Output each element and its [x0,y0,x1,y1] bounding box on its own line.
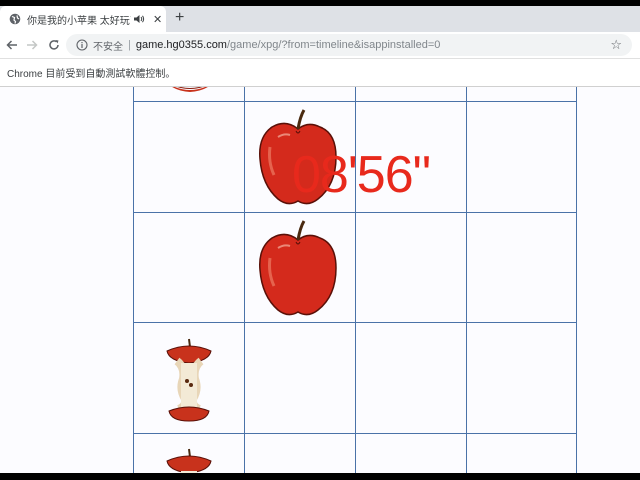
grid-line [133,212,577,213]
grid-line [576,87,577,473]
not-secure-label[interactable]: 不安全 [93,38,123,53]
info-icon[interactable] [76,39,88,51]
globe-icon [9,13,21,25]
tab-strip: 你是我的小苹果 太好玩了 ✕ + [0,6,640,32]
grid-line [133,433,577,434]
game-canvas[interactable]: 08'56" [0,87,640,473]
automation-infobar: Chrome 目前受到自動測試軟體控制。 [0,59,640,87]
bookmark-star-icon[interactable]: ☆ [610,37,622,53]
back-button[interactable] [4,37,20,53]
url-separator: | [128,39,131,51]
grid-line [244,87,245,473]
apple-core[interactable] [163,447,215,473]
tab-close-button[interactable]: ✕ [153,13,162,26]
game-timer: 08'56" [292,146,431,204]
address-bar[interactable]: 不安全 | game.hg0355.com /game/xpg/?from=ti… [66,34,632,56]
reload-icon [49,40,59,50]
grid-line [466,87,467,473]
browser-toolbar: 不安全 | game.hg0355.com /game/xpg/?from=ti… [0,32,640,59]
new-tab-button[interactable]: + [175,9,184,27]
url-path: /game/xpg/?from=timeline&isappinstalled=… [226,39,441,51]
apple[interactable] [256,218,340,318]
grid-line [133,101,577,102]
grid-line [133,322,577,323]
url-host: game.hg0355.com [135,39,227,51]
reload-button[interactable] [46,37,62,53]
infobar-message: Chrome 目前受到自動測試軟體控制。 [7,69,176,80]
apple-core[interactable] [165,87,215,95]
arrow-left-icon [6,40,17,50]
forward-button[interactable] [24,37,40,53]
bottom-black-border [0,473,640,480]
grid-line [133,87,134,473]
speaker-icon[interactable] [133,13,145,25]
apple-core[interactable] [163,337,215,423]
arrow-right-icon [27,40,38,50]
tab-title: 你是我的小苹果 太好玩了 [27,15,131,27]
browser-tab[interactable]: 你是我的小苹果 太好玩了 ✕ [0,6,166,32]
